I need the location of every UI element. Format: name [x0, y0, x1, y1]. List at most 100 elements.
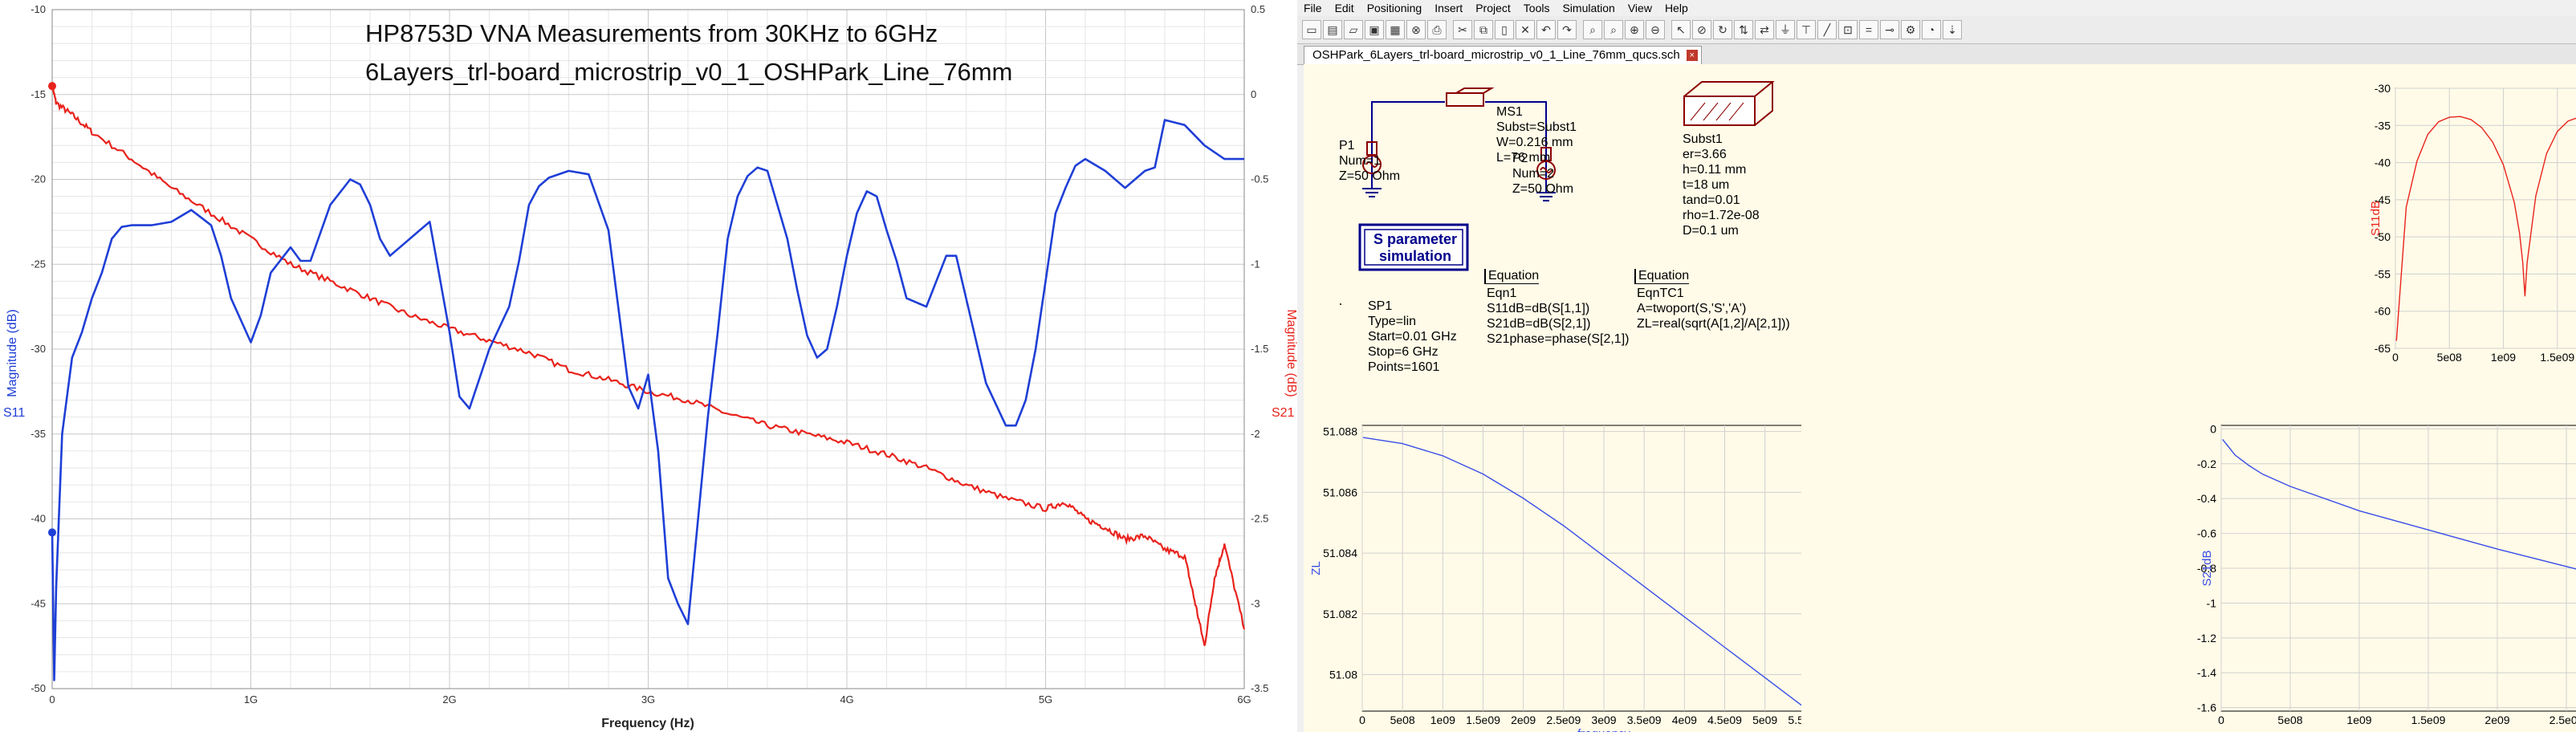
x-tick-label: 0: [2218, 714, 2224, 726]
y-left-tick-label: -20: [31, 173, 46, 185]
y-tick-label: 51.088: [1323, 425, 1357, 438]
ground-icon[interactable]: ⏚: [1776, 20, 1795, 39]
s21db-diagram[interactable]: 05e081e091.5e092e092.5e093e093.5e094e094…: [1801, 401, 2576, 732]
y-right-tick-label: 0.5: [1251, 3, 1265, 15]
y-tick-label: -0.4: [2197, 492, 2216, 505]
y-left-tick-label: -50: [31, 682, 46, 694]
y-tick-label: -0.2: [2197, 457, 2216, 470]
menu-help[interactable]: Help: [1658, 0, 1695, 16]
y-tick-label: -40: [2375, 157, 2391, 169]
delete-icon[interactable]: ✕: [1516, 20, 1535, 39]
y-tick-label: -0.6: [2197, 527, 2216, 540]
y-left-tick-label: -30: [31, 343, 46, 355]
sp-simulation-params[interactable]: SP1 Type=lin Start=0.01 GHz Stop=6 GHz P…: [1368, 299, 1457, 375]
x-tick-label: 4.5e09: [1707, 714, 1742, 726]
x-tick-label: 5e08: [1390, 714, 1415, 726]
cut-icon[interactable]: ✂: [1453, 20, 1472, 39]
undo-icon[interactable]: ↶: [1536, 20, 1556, 39]
equation1-lines[interactable]: Eqn1 S11dB=dB(S[1,1]) S21dB=dB(S[2,1]) S…: [1487, 286, 1629, 347]
zoom-fit-icon[interactable]: ⌕: [1583, 20, 1602, 39]
menu-view[interactable]: View: [1622, 0, 1658, 16]
substrate-symbol: [1683, 81, 1775, 126]
x-tick-label: 4e09: [1672, 714, 1697, 726]
zoom-in-icon[interactable]: ⊕: [1625, 20, 1644, 39]
tab-close-icon[interactable]: ×: [1686, 50, 1698, 61]
menu-positioning[interactable]: Positioning: [1361, 0, 1429, 16]
x-tick-label: 1e09: [2491, 351, 2516, 364]
close-icon[interactable]: ⊗: [1406, 20, 1426, 39]
x-tick-label: 2.5e09: [2550, 714, 2576, 726]
copy-icon[interactable]: ⧉: [1474, 20, 1493, 39]
x-axis-label: Frequency (Hz): [601, 717, 694, 730]
rotate-icon[interactable]: ↻: [1713, 20, 1732, 39]
y-right-tick-label: 0: [1251, 88, 1256, 100]
new-text-icon[interactable]: ▤: [1323, 20, 1342, 39]
sp-simulation-title[interactable]: S parameter simulation: [1371, 231, 1459, 265]
mirror-x-icon[interactable]: ⇅: [1734, 20, 1753, 39]
x-tick-label: 1.5e09: [2540, 351, 2574, 364]
zl-diagram[interactable]: 0 5e08 1e09 1.5e09 2e09 2.5e09 3e09 3.5e09 4e09 4…: [1304, 401, 1856, 732]
menu-file[interactable]: File: [1297, 0, 1329, 16]
y-axis-label: ZL: [1309, 561, 1323, 575]
s11db-diagram[interactable]: 05e081e091.5e092e092.5e093e093.5e094e094…: [1801, 69, 2576, 410]
document-tab[interactable]: OSHPark_6Layers_trl-board_microstrip_v0_…: [1304, 46, 1702, 64]
marker-icon[interactable]: ◔: [1922, 20, 1941, 39]
print-icon[interactable]: ⎙: [1427, 20, 1447, 39]
paste-icon[interactable]: ▯: [1495, 20, 1514, 39]
chart-grid: [51, 9, 1245, 689]
save-all-icon[interactable]: ▦: [1386, 20, 1405, 39]
x-tick-label: 2.5e09: [1546, 714, 1581, 726]
y-right-tick-label: -2.5: [1251, 513, 1268, 525]
y-tick-label: -30: [2375, 82, 2391, 95]
open-icon[interactable]: ▱: [1344, 20, 1363, 39]
y-tick-label: -35: [2375, 119, 2391, 132]
zoom-out-icon[interactable]: ⊖: [1646, 20, 1665, 39]
mirror-y-icon[interactable]: ⇄: [1755, 20, 1774, 39]
equation2-header[interactable]: Equation: [1634, 269, 1690, 284]
substrate-params[interactable]: Subst1 er=3.66 h=0.11 mm t=18 um tand=0.…: [1683, 132, 1760, 238]
menu-project[interactable]: Project: [1469, 0, 1517, 16]
y-axis-label: S21dB: [2200, 550, 2214, 586]
y-tick-label: 51.084: [1323, 547, 1357, 559]
port-icon[interactable]: ⊤: [1797, 20, 1816, 39]
x-tick-label: 0: [2392, 351, 2399, 364]
x-tick-label: 0: [49, 693, 55, 706]
equation1-header[interactable]: Equation: [1484, 269, 1540, 284]
y-right-axis-ticks: 0.5 0 -0.5 -1 -1.5 -2 -2.5 -3 -3.5: [1251, 3, 1268, 694]
microstrip-params[interactable]: MS1 Subst=Subst1 W=0.216 mm L=76 mm: [1496, 104, 1577, 165]
new-file-icon[interactable]: ▭: [1302, 20, 1321, 39]
microstrip-line-symbol: [1446, 87, 1495, 107]
schematic-canvas[interactable]: P1 Num=1 Z=50 Ohm P2 Num=2 Z=50 Ohm MS1 …: [1304, 64, 2576, 732]
redo-icon[interactable]: ↷: [1557, 20, 1577, 39]
menu-edit[interactable]: Edit: [1329, 0, 1361, 16]
x-tick-label: 5G: [1039, 693, 1052, 706]
y-right-axis-label: Magnitude (dB): [1284, 309, 1297, 396]
port-p1-params[interactable]: P1 Num=1 Z=50 Ohm: [1339, 138, 1400, 184]
y-left-axis-label: Magnitude (dB): [6, 309, 19, 396]
label-icon[interactable]: ⊡: [1838, 20, 1858, 39]
switch-page-icon[interactable]: ⇣: [1943, 20, 1962, 39]
select-icon[interactable]: ↖: [1671, 20, 1691, 39]
s21-start-marker: [48, 82, 56, 91]
y-tick-label: 51.082: [1323, 608, 1357, 620]
y-tick-label: -1: [2207, 596, 2217, 609]
menu-simulation[interactable]: Simulation: [1556, 0, 1621, 16]
zoom-box-icon[interactable]: ⌕: [1604, 20, 1623, 39]
deactivate-icon[interactable]: ⊘: [1692, 20, 1711, 39]
menu-insert[interactable]: Insert: [1428, 0, 1469, 16]
x-tick-label: 3.5e09: [1627, 714, 1662, 726]
wire-icon[interactable]: ╱: [1817, 20, 1837, 39]
y-left-tick-label: -15: [31, 88, 46, 100]
s11-start-marker: [48, 528, 56, 537]
equation-icon[interactable]: =: [1859, 20, 1878, 39]
document-tab-label: OSHPark_6Layers_trl-board_microstrip_v0_…: [1312, 48, 1680, 62]
y-tick-label: -60: [2375, 305, 2391, 318]
equation2-lines[interactable]: EqnTC1 A=twoport(S,'S','A') ZL=real(sqrt…: [1637, 286, 1790, 331]
save-icon[interactable]: ▣: [1365, 20, 1384, 39]
node-icon[interactable]: ⊸: [1880, 20, 1899, 39]
x-tick-label: 0: [1359, 714, 1365, 726]
x-tick-label: 2e09: [1511, 714, 1536, 726]
menu-tools[interactable]: Tools: [1517, 0, 1557, 16]
x-tick-label: 3G: [641, 693, 655, 706]
simulate-icon[interactable]: ⚙: [1901, 20, 1920, 39]
